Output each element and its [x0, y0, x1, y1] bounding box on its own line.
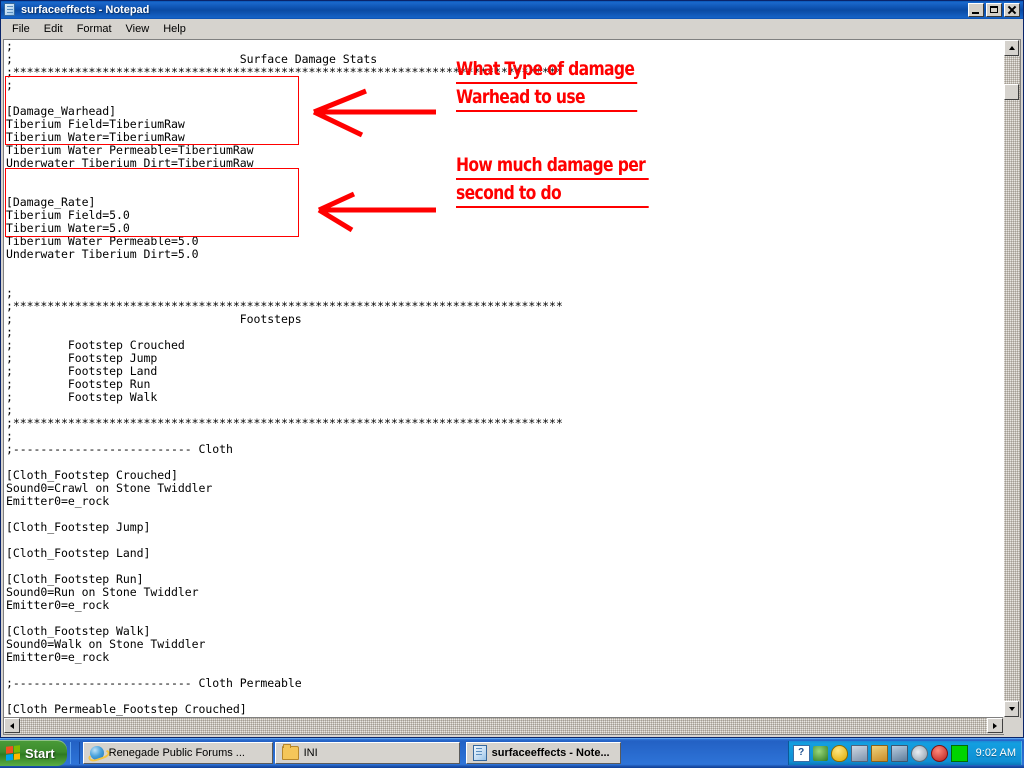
vertical-scrollbar[interactable]	[1004, 39, 1021, 718]
window-title: surfaceeffects - Notepad	[21, 4, 968, 16]
network-activity-icon[interactable]	[891, 745, 908, 762]
volume-speaker-icon[interactable]	[911, 745, 928, 762]
restore-icon	[987, 4, 1001, 16]
clock[interactable]: 9:02 AM	[976, 747, 1016, 759]
horizontal-scrollbar[interactable]	[3, 718, 1004, 735]
scroll-right-arrow-icon	[993, 723, 997, 729]
task-label: INI	[304, 747, 318, 759]
vertical-scroll-track[interactable]	[1004, 56, 1020, 701]
start-label: Start	[25, 746, 55, 761]
text-editor[interactable]: ; ; Surface Damage Stats ;**************…	[3, 39, 1004, 718]
green-signal-icon[interactable]	[951, 745, 968, 762]
network-check-icon[interactable]	[851, 745, 868, 762]
folder-icon	[282, 746, 299, 760]
task-button-list: Renegade Public Forums ... INI surfaceef…	[83, 742, 621, 764]
red-shield-alert-icon[interactable]	[931, 745, 948, 762]
start-button[interactable]: Start	[0, 740, 67, 766]
task-button-ini-folder[interactable]: INI	[275, 742, 460, 764]
scroll-left-arrow-icon	[10, 723, 14, 729]
notepad-document-icon	[473, 745, 487, 761]
title-bar[interactable]: surfaceeffects - Notepad	[1, 1, 1023, 19]
internet-explorer-icon	[90, 746, 104, 760]
task-button-surfaceeffects-notepad[interactable]: surfaceeffects - Note...	[466, 742, 621, 764]
scrollbar-corner	[1003, 717, 1020, 734]
horizontal-scroll-track[interactable]	[20, 718, 987, 734]
scroll-right-button[interactable]	[987, 718, 1003, 733]
task-button-renegade-forums[interactable]: Renegade Public Forums ...	[83, 742, 273, 764]
menu-bar: File Edit Format View Help	[1, 19, 1023, 39]
scroll-left-button[interactable]	[4, 718, 20, 733]
help-question-icon[interactable]: ?	[793, 745, 810, 762]
document-text[interactable]: ; ; Surface Damage Stats ;**************…	[6, 40, 1004, 717]
scroll-down-arrow-icon	[1009, 707, 1015, 711]
scroll-up-arrow-icon	[1009, 46, 1015, 50]
minimize-button[interactable]	[968, 3, 984, 17]
minimize-icon	[969, 4, 983, 16]
quick-launch-divider	[70, 742, 80, 764]
menu-item-format[interactable]: Format	[70, 21, 119, 37]
notepad-document-icon	[3, 3, 17, 17]
window-controls	[968, 3, 1022, 17]
green-plug-icon[interactable]	[813, 746, 828, 761]
editor-row: ; ; Surface Damage Stats ;**************…	[3, 39, 1021, 718]
yellow-shield-warning-icon[interactable]	[831, 745, 848, 762]
taskbar: Start Renegade Public Forums ... INI sur…	[0, 738, 1024, 768]
notepad-window: surfaceeffects - Notepad File Edit Forma…	[0, 0, 1024, 738]
system-tray: ? 9:02 AM	[788, 741, 1022, 765]
restore-button[interactable]	[986, 3, 1002, 17]
task-label: Renegade Public Forums ...	[109, 747, 245, 759]
scroll-down-button[interactable]	[1004, 701, 1019, 717]
task-label: surfaceeffects - Note...	[492, 747, 610, 759]
display-settings-icon[interactable]	[871, 745, 888, 762]
menu-item-file[interactable]: File	[5, 21, 37, 37]
menu-item-edit[interactable]: Edit	[37, 21, 70, 37]
vertical-scroll-thumb[interactable]	[1004, 84, 1019, 100]
scroll-up-button[interactable]	[1004, 40, 1019, 56]
menu-item-help[interactable]: Help	[156, 21, 193, 37]
client-area: ; ; Surface Damage Stats ;**************…	[1, 39, 1023, 737]
close-button[interactable]	[1004, 3, 1020, 17]
close-icon	[1005, 4, 1019, 16]
windows-logo-icon	[6, 745, 20, 760]
menu-item-view[interactable]: View	[119, 21, 157, 37]
